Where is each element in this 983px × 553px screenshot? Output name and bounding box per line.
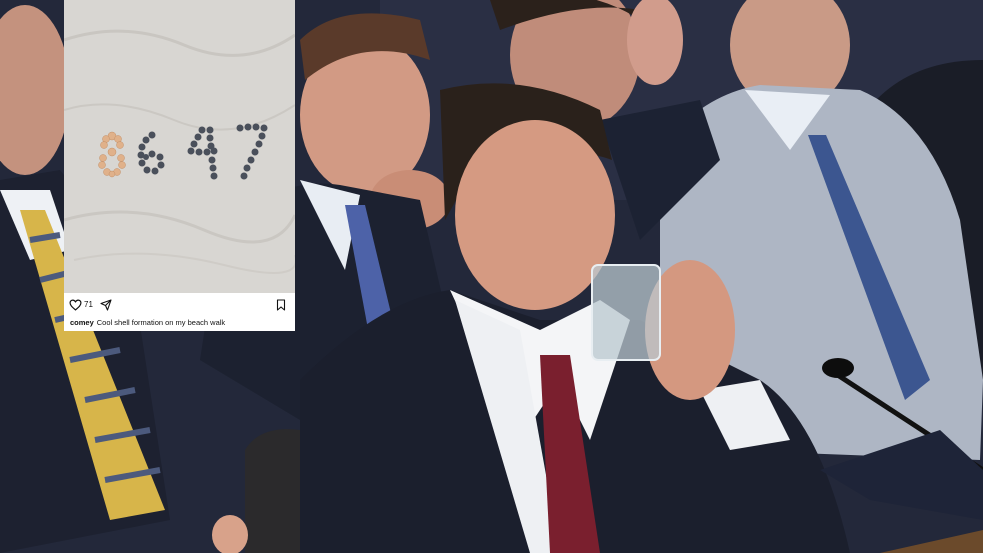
microphone <box>822 358 854 378</box>
post-action-bar: 71 <box>64 293 295 315</box>
bookmark-icon[interactable] <box>276 299 286 311</box>
like-count: 71 <box>84 300 93 309</box>
paper-plane-icon[interactable] <box>100 299 112 311</box>
instagram-post: 71 comey Cool shell formation on my beach… <box>64 0 295 331</box>
post-image <box>64 0 295 293</box>
post-caption: comey Cool shell formation on my beach wa… <box>70 318 225 328</box>
post-username[interactable]: comey <box>70 318 94 327</box>
post-caption-text: Cool shell formation on my beach walk <box>96 318 226 327</box>
heart-icon[interactable] <box>69 299 82 311</box>
water-glass <box>591 264 661 361</box>
